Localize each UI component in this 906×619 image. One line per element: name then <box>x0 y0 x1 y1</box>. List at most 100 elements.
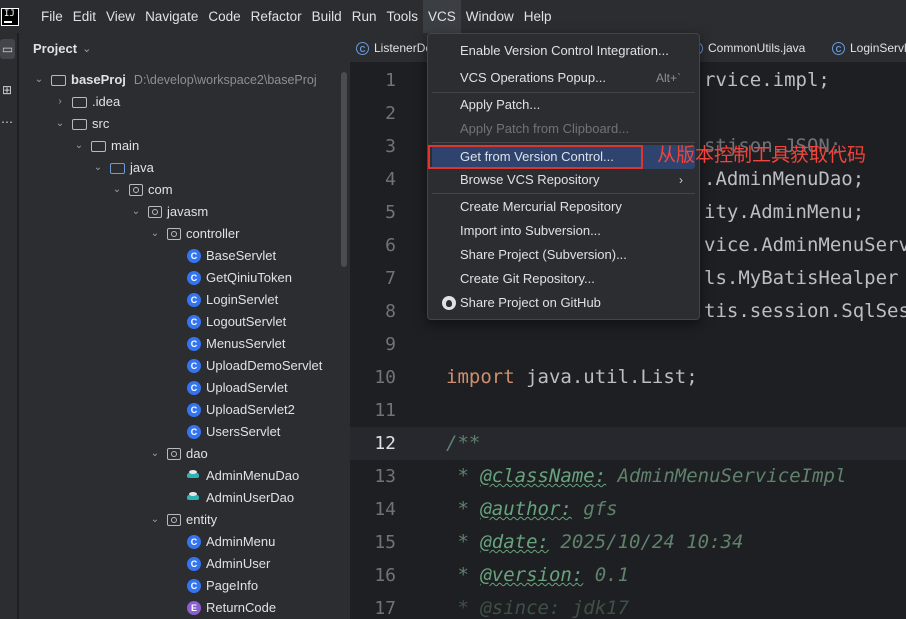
tree-item-label: BaseServlet <box>206 248 277 263</box>
menu-run[interactable]: Run <box>347 0 382 33</box>
tree-item-uploadservlet[interactable]: C UploadServlet <box>187 377 288 399</box>
expand-arrow-icon[interactable]: ⌄ <box>149 509 161 531</box>
expand-arrow-icon[interactable]: ⌄ <box>149 223 161 245</box>
tree-item-loginservlet[interactable]: C LoginServlet <box>187 289 278 311</box>
menu-code[interactable]: Code <box>203 0 245 33</box>
javadoc-date[interactable]: * @date: 2025/10/24 10:34 <box>446 531 743 553</box>
tree-item-entity[interactable]: ⌄ entity <box>149 509 217 531</box>
tree-item-controller[interactable]: ⌄ controller <box>149 223 240 245</box>
menu-item-label: Create Mercurial Repository <box>460 199 622 214</box>
tree-item-label: controller <box>186 226 240 241</box>
tree-item-returncode[interactable]: E ReturnCode <box>187 597 276 619</box>
current-line-highlight <box>350 427 906 460</box>
expand-arrow-icon[interactable]: ⌄ <box>149 443 161 465</box>
collapse-arrow-icon[interactable]: › <box>54 91 66 113</box>
menu-vcs-operations-popup[interactable]: VCS Operations Popup... Alt+` <box>432 66 695 90</box>
tree-item-label: .idea <box>92 94 121 109</box>
tree-item-label: PageInfo <box>206 578 259 593</box>
package-icon <box>167 514 181 526</box>
menu-share-project-subversion[interactable]: Share Project (Subversion)... <box>432 243 695 267</box>
tree-item-adminmenu[interactable]: C AdminMenu <box>187 531 275 553</box>
tree-item-main[interactable]: ⌄ main <box>73 135 139 157</box>
menu-browse-vcs-repository[interactable]: Browse VCS Repository › <box>432 168 695 192</box>
tree-item-label: LoginServlet <box>206 292 279 307</box>
menu-window[interactable]: Window <box>461 0 519 33</box>
package-icon <box>167 448 181 460</box>
tree-item-baseproj[interactable]: ⌄ baseProj D:\develop\workspace2\basePro… <box>33 69 317 91</box>
tree-item-javasm[interactable]: ⌄ javasm <box>130 201 208 223</box>
menu-create-mercurial-repo[interactable]: Create Mercurial Repository <box>432 195 695 219</box>
tree-item-label: main <box>111 138 140 153</box>
class-icon: C <box>187 425 201 439</box>
chevron-down-icon[interactable]: ⌄ <box>82 42 91 55</box>
javadoc-tag: @className: <box>480 465 607 487</box>
javadoc-tag: @author: <box>480 498 572 520</box>
code-line[interactable]: .AdminMenuDao; <box>704 168 864 190</box>
intellij-logo-icon[interactable]: IJ <box>1 7 19 26</box>
line-number: 11 <box>374 400 396 421</box>
tree-item-getqiniutoken[interactable]: C GetQiniuToken <box>187 267 292 289</box>
menu-create-git-repository[interactable]: Create Git Repository... <box>432 267 695 291</box>
tree-item-usersservlet[interactable]: C UsersServlet <box>187 421 280 443</box>
menu-help[interactable]: Help <box>519 0 557 33</box>
tab-listenerde[interactable]: C ListenerDe <box>356 33 432 63</box>
menu-apply-patch[interactable]: Apply Patch... <box>432 93 695 117</box>
vcs-dropdown-menu: Enable Version Control Integration... VC… <box>427 33 700 320</box>
tree-item-baseservlet[interactable]: C BaseServlet <box>187 245 276 267</box>
project-panel-header[interactable]: Project ⌄ <box>19 33 350 64</box>
project-panel-title: Project <box>33 41 78 56</box>
menu-import-into-subversion[interactable]: Import into Subversion... <box>432 219 695 243</box>
menu-enable-vcs-integration[interactable]: Enable Version Control Integration... <box>432 39 695 63</box>
expand-arrow-icon[interactable]: ⌄ <box>33 69 45 91</box>
menu-vcs[interactable]: VCS <box>422 0 461 33</box>
annotation-text: 从版本控制工具获取代码 <box>657 144 867 166</box>
expand-arrow-icon[interactable]: ⌄ <box>73 135 85 157</box>
code-line[interactable]: vice.AdminMenuServ <box>704 234 906 256</box>
menu-file[interactable]: File <box>36 0 68 33</box>
javadoc-classname[interactable]: * @className: AdminMenuServiceImpl <box>446 465 846 487</box>
code-line[interactable]: ls.MyBatisHealper <box>704 267 898 289</box>
more-tools-icon[interactable]: ⋯ <box>0 115 14 129</box>
tree-item-idea[interactable]: › .idea <box>54 91 120 113</box>
javadoc-version[interactable]: * @version: 0.1 <box>446 564 629 586</box>
expand-arrow-icon[interactable]: ⌄ <box>54 113 66 135</box>
menu-item-label: Apply Patch from Clipboard... <box>460 121 630 136</box>
menu-edit[interactable]: Edit <box>68 0 101 33</box>
class-icon: C <box>187 557 201 571</box>
tree-item-adminmenudao[interactable]: AdminMenuDao <box>187 465 299 487</box>
tree-item-label: UsersServlet <box>206 424 281 439</box>
javadoc-author[interactable]: * @author: gfs <box>446 498 617 520</box>
expand-arrow-icon[interactable]: ⌄ <box>130 201 142 223</box>
expand-arrow-icon[interactable]: ⌄ <box>111 179 123 201</box>
tree-item-com[interactable]: ⌄ com <box>111 179 173 201</box>
tree-item-adminuser[interactable]: C AdminUser <box>187 553 270 575</box>
project-scrollbar[interactable] <box>341 72 347 267</box>
structure-tool-icon[interactable]: ⊞ <box>0 83 14 97</box>
tab-loginservl[interactable]: C LoginServl <box>832 33 906 63</box>
code-line[interactable]: tis.session.SqlSes <box>704 300 906 322</box>
tab-commonutils[interactable]: C CommonUtils.java <box>690 33 805 63</box>
project-tool-icon[interactable]: ▭ <box>0 39 15 59</box>
tree-item-uploadservlet2[interactable]: C UploadServlet2 <box>187 399 295 421</box>
tree-item-src[interactable]: ⌄ src <box>54 113 110 135</box>
menu-refactor[interactable]: Refactor <box>246 0 307 33</box>
menu-share-on-github[interactable]: Share Project on GitHub <box>432 291 695 315</box>
code-line[interactable]: rvice.impl; <box>704 69 830 91</box>
code-line[interactable]: ity.AdminMenu; <box>704 201 864 223</box>
project-panel: Project ⌄ ⌄ baseProj D:\develop\workspac… <box>19 33 350 619</box>
menu-tools[interactable]: Tools <box>381 0 423 33</box>
tree-item-adminuserdao[interactable]: AdminUserDao <box>187 487 294 509</box>
tree-item-uploaddemoservlet[interactable]: C UploadDemoServlet <box>187 355 322 377</box>
tree-item-pageinfo[interactable]: C PageInfo <box>187 575 258 597</box>
tree-item-dao[interactable]: ⌄ dao <box>149 443 208 465</box>
tree-item-java[interactable]: ⌄ java <box>92 157 154 179</box>
menu-view[interactable]: View <box>101 0 140 33</box>
expand-arrow-icon[interactable]: ⌄ <box>92 157 104 179</box>
javadoc-since[interactable]: * @since: jdk17 <box>446 597 629 619</box>
javadoc-open[interactable]: /** <box>446 432 480 454</box>
menu-navigate[interactable]: Navigate <box>140 0 203 33</box>
menu-build[interactable]: Build <box>307 0 347 33</box>
tree-item-menusservlet[interactable]: C MenusServlet <box>187 333 285 355</box>
code-line-import[interactable]: import java.util.List; <box>446 366 698 388</box>
tree-item-logoutservlet[interactable]: C LogoutServlet <box>187 311 286 333</box>
